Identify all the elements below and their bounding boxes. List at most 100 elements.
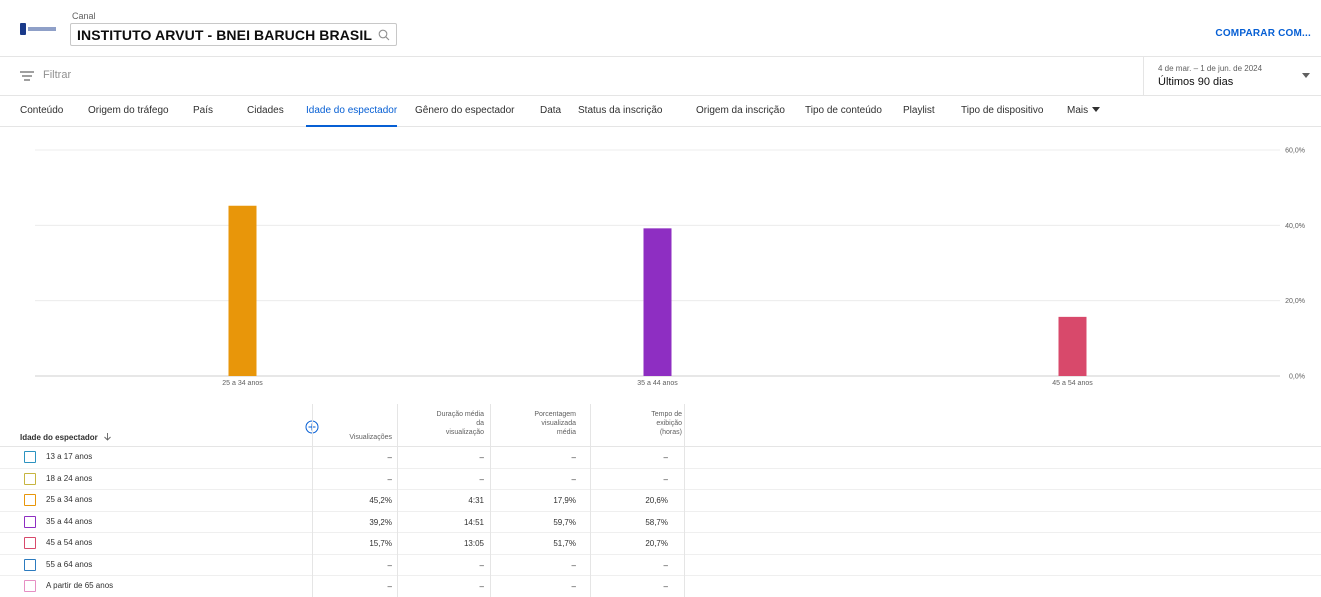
table-cell: 39,2% (369, 517, 392, 527)
column-divider (490, 404, 491, 597)
tab-origem-inscricao[interactable]: Origem da inscrição (696, 105, 785, 127)
date-range-selector[interactable]: 4 de mar. – 1 de jun. de 2024 Últimos 90… (1143, 57, 1321, 95)
table-cell: 4:31 (468, 496, 484, 505)
logo-text-icon (28, 27, 56, 31)
tab-idade-espectador[interactable]: Idade do espectador (306, 105, 398, 127)
tab-genero-espectador[interactable]: Gênero do espectador (415, 105, 515, 127)
table-cell: – (663, 560, 668, 570)
table-cell: 13:05 (463, 539, 484, 548)
table-cell: 20,6% (645, 496, 668, 505)
date-range-dates: 4 de mar. – 1 de jun. de 2024 (1158, 64, 1263, 73)
column-header-views[interactable]: Visualizações (322, 433, 392, 442)
tab-pais[interactable]: País (193, 105, 213, 127)
row-checkbox[interactable] (24, 558, 36, 571)
x-tick-label: 35 a 44 anos (637, 380, 678, 387)
channel-logo (20, 22, 60, 36)
table-row[interactable]: 25 a 34 anos 45,2% 4:31 17,9% 20,6% (0, 490, 1321, 512)
dimension-tabs: Conteúdo Origem do tráfego País Cidades … (0, 95, 1321, 127)
column-header-age[interactable]: Idade do espectador (20, 433, 111, 442)
row-label: 13 a 17 anos (46, 452, 93, 461)
column-header-watch-time[interactable]: Tempo de exibição (horas) (596, 410, 682, 437)
row-label: 35 a 44 anos (46, 516, 93, 526)
table-cell: 51,7% (553, 539, 576, 548)
tab-mais[interactable]: Mais (1067, 105, 1101, 127)
row-label: 45 a 54 anos (46, 538, 93, 547)
tab-mais-label: Mais (1067, 105, 1089, 116)
table-cell: – (571, 474, 576, 484)
table-row[interactable]: 18 a 24 anos – – – – (0, 469, 1321, 490)
channel-selector[interactable]: INSTITUTO ARVUT - BNEI BARUCH BRASIL (70, 23, 398, 46)
table-cell: – (479, 453, 484, 462)
tab-cidades[interactable]: Cidades (247, 105, 284, 127)
table-cell: – (479, 582, 484, 591)
table-cell: – (571, 582, 576, 591)
table-cell: – (663, 474, 668, 484)
channel-label: Canal (72, 11, 96, 21)
table-row[interactable]: 55 a 64 anos – – – – (0, 555, 1321, 576)
row-checkbox[interactable] (24, 472, 36, 485)
table-cell: – (479, 474, 484, 484)
table-cell: – (387, 453, 392, 462)
table-cell: – (571, 453, 576, 462)
table-cell: 17,9% (553, 496, 576, 505)
compare-button[interactable]: COMPARAR COM... (1215, 28, 1311, 39)
bar[interactable] (1058, 316, 1087, 376)
table-cell: – (387, 474, 392, 484)
x-tick-label: 45 a 54 anos (1052, 380, 1093, 387)
table-cell: – (387, 582, 392, 591)
tab-tipo-dispositivo[interactable]: Tipo de dispositivo (961, 105, 1043, 127)
chevron-down-icon[interactable] (1302, 73, 1310, 78)
date-range-label: Últimos 90 dias (1158, 76, 1234, 88)
row-checkbox[interactable] (24, 580, 36, 592)
column-header-avg-percentage[interactable]: Porcentagem visualizada média (498, 410, 576, 437)
tab-data[interactable]: Data (540, 105, 561, 127)
filter-input[interactable]: Filtrar (43, 69, 71, 81)
bar[interactable] (643, 228, 672, 376)
tab-status-inscricao[interactable]: Status da inscrição (578, 105, 663, 127)
tab-origem-trafego[interactable]: Origem do tráfego (88, 105, 169, 127)
table-row[interactable]: A partir de 65 anos – – – – (0, 576, 1321, 597)
row-label: A partir de 65 anos (46, 581, 114, 590)
table-cell: – (663, 453, 668, 462)
y-tick-label: 20,0% (1285, 298, 1305, 305)
channel-name: INSTITUTO ARVUT - BNEI BARUCH BRASIL (77, 26, 373, 43)
y-tick-label: 40,0% (1285, 223, 1305, 230)
table-row[interactable]: 13 a 17 anos – – – – (0, 447, 1321, 469)
table-cell: – (663, 582, 668, 591)
tab-tipo-conteudo[interactable]: Tipo de conteúdo (805, 105, 882, 127)
table-body: 13 a 17 anos – – – – 18 a 24 anos – – – – 25 a 34 … (0, 447, 1321, 597)
column-divider (590, 404, 591, 597)
filter-bar[interactable]: Filtrar (0, 57, 1321, 95)
logo-mark-icon (20, 23, 26, 35)
table-cell: 15,7% (369, 539, 392, 548)
row-checkbox[interactable] (24, 494, 36, 506)
column-header-age-label: Idade do espectador (20, 433, 98, 442)
table-header: Idade do espectador Visualizações Duraçã… (0, 404, 1321, 447)
arrow-down-icon[interactable] (104, 433, 111, 441)
table-cell: – (571, 560, 576, 570)
tab-playlist[interactable]: Playlist (903, 105, 935, 127)
table-cell: 59,7% (553, 517, 576, 527)
row-checkbox[interactable] (24, 537, 36, 549)
column-header-avg-duration[interactable]: Duração média da visualização (404, 410, 484, 437)
table-cell: – (479, 560, 484, 570)
top-bar: Canal INSTITUTO ARVUT - BNEI BARUCH BRAS… (0, 0, 1321, 57)
row-label: 18 a 24 anos (46, 473, 93, 483)
bar[interactable] (228, 205, 257, 376)
row-checkbox[interactable] (24, 515, 36, 528)
search-icon[interactable] (378, 29, 390, 41)
filter-icon[interactable] (20, 70, 34, 82)
row-label: 25 a 34 anos (46, 495, 93, 504)
caret-down-icon (1092, 107, 1101, 112)
column-divider (684, 404, 685, 597)
table-cell: 45,2% (369, 496, 392, 505)
row-checkbox[interactable] (24, 451, 36, 463)
column-divider (397, 404, 398, 597)
tab-conteudo[interactable]: Conteúdo (20, 105, 63, 127)
table-row[interactable]: 45 a 54 anos 15,7% 13:05 51,7% 20,7% (0, 533, 1321, 555)
table-row[interactable]: 35 a 44 anos 39,2% 14:51 59,7% 58,7% (0, 512, 1321, 533)
row-label: 55 a 64 anos (46, 559, 93, 569)
table-cell: 14:51 (463, 517, 484, 527)
table-cell: 20,7% (645, 539, 668, 548)
age-bar-chart: 0,0% 20,0% 40,0% 60,0% 25 a 34 anos 35 a 44 a… (35, 148, 1305, 387)
